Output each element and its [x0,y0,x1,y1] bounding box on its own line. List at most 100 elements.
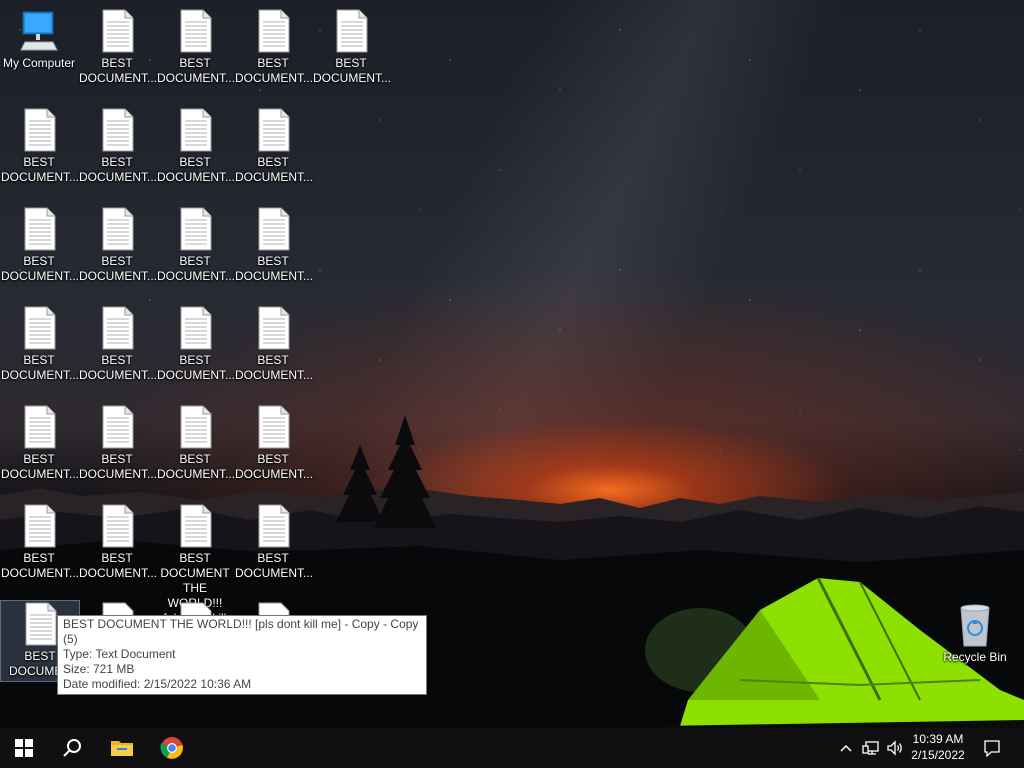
file-tooltip: BEST DOCUMENT THE WORLD!!! [pls dont kil… [57,615,427,695]
document-label-line: DOCUMENT [160,566,230,580]
document-icon-item[interactable]: BEST DOCUMENT... [234,503,313,581]
document-icon-item[interactable]: BEST DOCUMENT... [0,503,79,581]
document-label: BEST DOCUMENT... [78,56,157,86]
text-document-icon [102,207,134,251]
document-icon-item[interactable]: BEST DOCUMENT... [234,107,313,185]
text-document-icon [258,602,290,615]
clock-time: 10:39 AM [912,732,964,746]
document-label-line: BEST [23,353,55,367]
document-label: BEST DOCUMENT... [78,452,157,482]
action-center-button[interactable] [978,728,1006,768]
document-label: BEST DOCUMENT... [156,353,235,383]
document-icon-item[interactable]: BEST DOCUMENT... [156,107,235,185]
volume-button[interactable] [884,728,906,768]
document-icon-item[interactable]: BEST DOCUMENT... [78,404,157,482]
tooltip-name: BEST DOCUMENT THE WORLD!!! [pls dont kil… [63,617,419,646]
my-computer-icon-item[interactable]: My Computer [0,8,78,71]
text-document-icon [24,504,56,548]
my-computer-label: My Computer [2,56,76,70]
document-label-line: BEST [101,56,133,70]
document-label-line: DOCUMENT... [157,269,235,283]
tray-overflow-button[interactable] [836,728,856,768]
document-label-line: DOCUMENT... [79,170,157,184]
start-button[interactable] [0,728,48,768]
document-icon-item[interactable]: BEST DOCUMENT... [234,305,313,383]
document-icon-item[interactable]: BEST DOCUMENT... [234,8,313,86]
document-label-line: DOCUMENT... [79,566,157,580]
network-button[interactable] [860,728,882,768]
document-label: BEST DOCUMENT... [78,254,157,284]
document-label-line: BEST [335,56,367,70]
text-document-icon [102,9,134,53]
document-label-line: DOCUMENT... [235,269,313,283]
document-label: BEST DOCUMENT... [78,353,157,383]
document-label: BEST DOCUMENT... [0,254,79,284]
document-icon-item[interactable]: BEST DOCUMENT... [78,107,157,185]
document-icon-item[interactable]: BEST DOCUMENT... [0,404,79,482]
text-document-icon [102,602,134,615]
document-icon-item[interactable] [156,601,234,615]
document-icon-item[interactable]: BEST DOCUMENT... [78,503,157,581]
text-document-icon [102,306,134,350]
folder-icon [111,741,133,756]
text-document-icon [25,602,57,646]
text-document-icon [258,306,290,350]
document-label-line: DOCUMENT... [1,467,79,481]
text-document-icon [24,306,56,350]
document-label-line: BEST [101,254,133,268]
text-document-icon [102,108,134,152]
document-label: BEST DOCUMENT... [0,155,79,185]
document-label-line: BEST [257,56,289,70]
document-label-line: BEST [257,551,289,565]
text-document-icon [24,405,56,449]
text-document-icon [258,9,290,53]
text-document-icon [180,108,212,152]
document-label-line: BEST [24,649,56,663]
document-label-line: BEST [101,452,133,466]
file-explorer-button[interactable] [98,728,146,768]
document-label-line: DOCUMENT... [235,467,313,481]
document-icon-item[interactable]: BEST DOCUMENT... [0,305,79,383]
document-icon-item[interactable]: BEST DOCUMENT... [0,206,79,284]
document-icon-item[interactable] [78,601,156,615]
document-icon-item[interactable]: BEST DOCUMENT... [156,404,235,482]
document-label-line: BEST [179,452,211,466]
document-label-line: BEST [179,155,211,169]
document-icon-item[interactable]: BEST DOCUMENT... [78,8,157,86]
document-label-line: BEST [179,551,211,565]
document-icon-item[interactable]: BEST DOCUMENT... [234,206,313,284]
document-label-line: BEST [101,155,133,169]
document-icon-item[interactable]: BEST DOCUMENT... [312,8,391,86]
document-icon-item[interactable]: BEST DOCUMENT... [156,8,235,86]
search-button[interactable] [48,728,96,768]
document-icon-item[interactable]: BEST DOCUMENT... [78,305,157,383]
text-document-icon [180,9,212,53]
document-icon-item[interactable]: BEST DOCUMENT... [0,107,79,185]
chrome-button[interactable] [148,728,196,768]
document-label: BEST DOCUMENT... [234,56,313,86]
document-label-line: DOCUMENT... [157,467,235,481]
document-label-line: BEST [257,452,289,466]
document-label: BEST DOCUMENT... [234,551,313,581]
text-document-icon [180,504,212,548]
document-label-line: DOCUMENT... [79,71,157,85]
notification-icon [984,740,1000,757]
document-icon-item[interactable]: BEST DOCUMENT... [234,404,313,482]
desktop[interactable]: My Computer BEST DOCUMENT... BEST DOCUMENT… [0,0,1024,728]
clock-date: 2/15/2022 [911,748,965,762]
search-icon [63,739,81,757]
text-document-icon [180,405,212,449]
document-label-line: DOCUMENT... [235,71,313,85]
document-icon-item[interactable]: BEST DOCUMENT... [156,206,235,284]
document-icon-item[interactable] [234,601,312,615]
text-document-icon [24,108,56,152]
system-clock[interactable]: 10:39 AM 2/15/2022 [904,731,972,763]
text-document-icon [180,602,212,615]
document-label: BEST DOCUMENT... [0,551,79,581]
recycle-bin-item[interactable]: Recycle Bin [936,602,1014,665]
document-icon-item[interactable]: BEST DOCUMENT... [156,305,235,383]
document-label: BEST DOCUMENT... [156,56,235,86]
document-label: BEST DOCUMENT... [0,452,79,482]
document-icon-item[interactable]: BEST DOCUMENT... [78,206,157,284]
text-document-icon [24,207,56,251]
